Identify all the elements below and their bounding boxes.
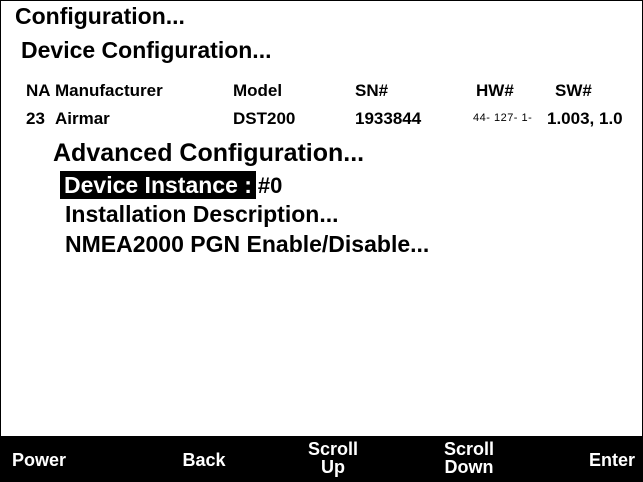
cell-na: 23	[26, 109, 45, 128]
cell-sw: 1.003, 1.0	[547, 109, 623, 128]
menu-item-device-instance[interactable]: Device Instance : #0	[60, 171, 282, 199]
device-instance-value: #0	[257, 173, 283, 198]
power-button[interactable]: Power	[9, 451, 69, 469]
page-subtitle: Device Configuration...	[21, 37, 272, 63]
header-sn: SN#	[355, 81, 389, 100]
scroll-down-button[interactable]: Scroll Down	[434, 440, 504, 476]
menu-item-installation-description[interactable]: Installation Description...	[65, 201, 338, 228]
header-model: Model	[233, 81, 283, 100]
cell-hw: 44- 127- 1-	[473, 112, 533, 124]
header-manufacturer: Manufacturer	[55, 81, 163, 100]
menu-item-label-selected: Device Instance :	[60, 171, 256, 199]
page-title: Configuration...	[15, 3, 185, 29]
header-sw: SW#	[555, 81, 592, 100]
softkey-bar: Power Back Scroll Up Scroll Down Enter	[1, 436, 642, 481]
cell-sn: 1933844	[355, 109, 422, 128]
section-title: Advanced Configuration...	[53, 139, 365, 167]
scroll-up-button[interactable]: Scroll Up	[303, 440, 363, 476]
back-button[interactable]: Back	[179, 451, 229, 469]
menu-item-pgn-enable-disable[interactable]: NMEA2000 PGN Enable/Disable...	[65, 231, 429, 258]
header-hw: HW#	[476, 81, 514, 100]
display-screen: Configuration... Device Configuration...…	[0, 0, 643, 482]
cell-model: DST200	[233, 109, 296, 128]
cell-manufacturer: Airmar	[55, 109, 110, 128]
header-na: NA	[26, 81, 51, 100]
enter-button[interactable]: Enter	[584, 451, 640, 469]
